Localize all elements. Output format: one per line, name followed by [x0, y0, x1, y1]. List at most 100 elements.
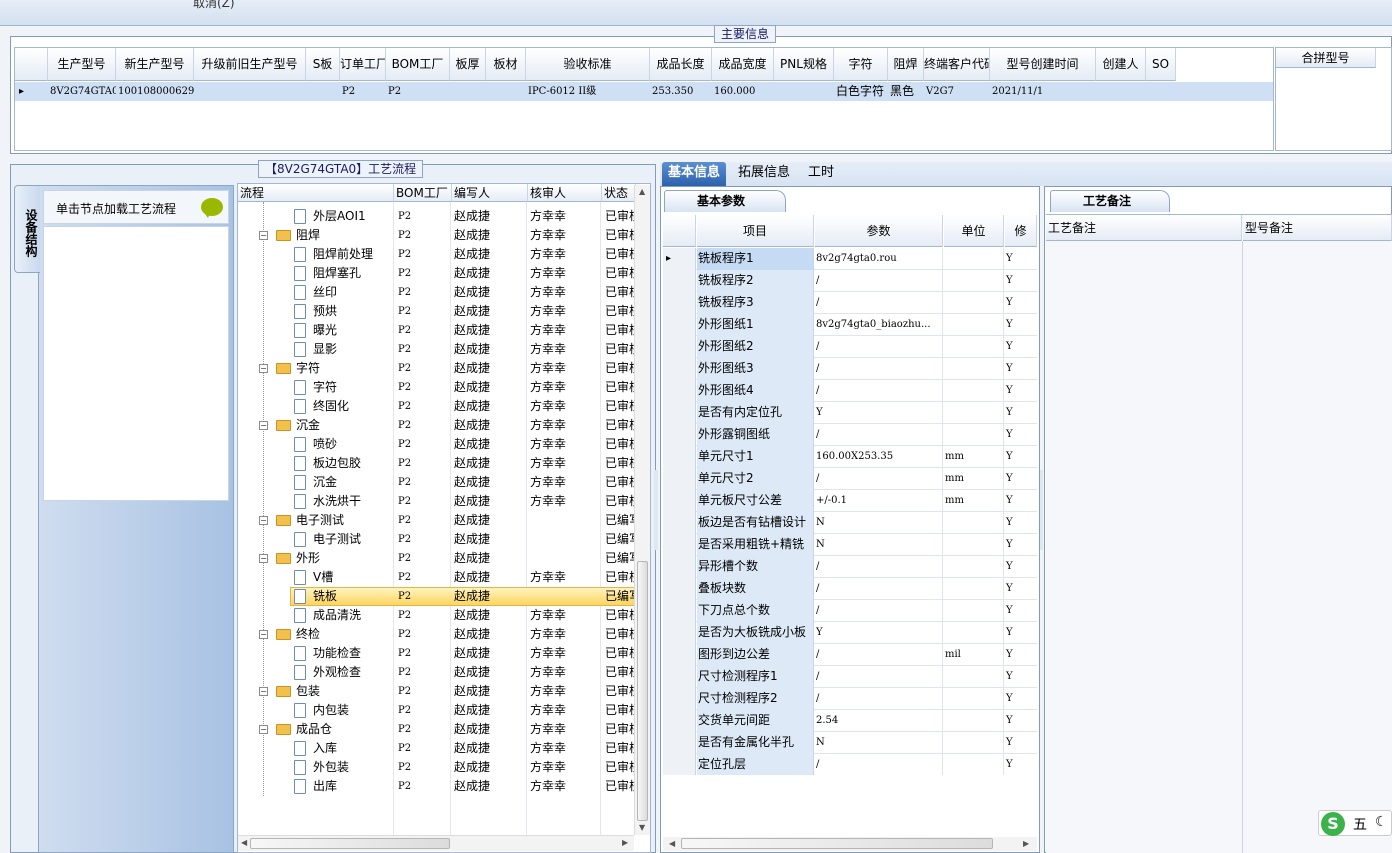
param-value-cell[interactable]: 160.00X253.35 [815, 446, 943, 468]
main-col-header[interactable]: 验收标准 [526, 48, 650, 81]
collapse-icon[interactable]: − [259, 231, 268, 240]
params-hscroll[interactable]: ◀ ▶ [663, 837, 1037, 851]
row-indicator[interactable] [663, 380, 696, 402]
param-row[interactable]: 铣板程序2/ Y [663, 270, 1037, 292]
main-col-header[interactable]: PNL规格 [774, 48, 834, 81]
row-indicator[interactable]: ▸ [663, 248, 696, 270]
collapse-icon[interactable]: − [259, 364, 268, 373]
tree-step-row[interactable]: 字符 P2 赵成捷 方幸幸 已审核 [238, 378, 637, 397]
tree-folder-row[interactable]: − 阻焊 P2 赵成捷 方幸幸 已审核 [238, 226, 637, 245]
main-cell[interactable] [774, 82, 834, 101]
param-value-cell[interactable]: / [815, 380, 943, 402]
main-cell[interactable]: 2021/11/1 [990, 82, 1096, 101]
param-value-cell[interactable]: N [815, 534, 943, 556]
param-row[interactable]: 外形图纸3/ Y [663, 358, 1037, 380]
param-value-cell[interactable]: / [815, 578, 943, 600]
tree-step-row[interactable]: 阻焊塞孔 P2 赵成捷 方幸幸 已审核 [238, 264, 637, 283]
tree-step-row[interactable]: 曝光 P2 赵成捷 方幸幸 已审核 [238, 321, 637, 340]
main-cell[interactable] [486, 82, 526, 101]
tree-step-row[interactable]: 丝印 P2 赵成捷 方幸幸 已审核 [238, 283, 637, 302]
main-cell[interactable] [1096, 82, 1146, 101]
main-cell[interactable]: IPC-6012 II级 [526, 82, 650, 101]
main-col-header[interactable]: 成品宽度 [712, 48, 774, 81]
param-value-cell[interactable]: / [815, 270, 943, 292]
param-row[interactable]: 外形图纸2/ Y [663, 336, 1037, 358]
main-cell[interactable]: 160.000 [712, 82, 774, 101]
param-value-cell[interactable]: / [815, 666, 943, 688]
param-row[interactable]: 交货单元间距 2.54 Y [663, 710, 1037, 732]
param-row[interactable]: 叠板块数 / Y [663, 578, 1037, 600]
tree-folder-row[interactable]: − 终检 P2 赵成捷 方幸幸 已审核 [238, 625, 637, 644]
param-row[interactable]: 图形到边公差 / mil Y [663, 644, 1037, 666]
tree-col-header[interactable]: 状态 [602, 184, 636, 202]
main-cell[interactable]: 白色字符 [834, 82, 888, 101]
tree-step-row[interactable]: 沉金 P2 赵成捷 方幸幸 已审核 [238, 473, 637, 492]
param-row[interactable]: 是否有金属化半孔 N Y [663, 732, 1037, 754]
param-value-cell[interactable]: / [815, 358, 943, 380]
scroll-right-icon[interactable]: ▶ [622, 838, 628, 847]
param-row[interactable]: 尺寸检测程序2/ Y [663, 688, 1037, 710]
row-indicator[interactable] [663, 556, 696, 578]
tree-col-header[interactable]: 编写人 [452, 184, 528, 202]
main-col-header[interactable]: 升级前旧生产型号 [194, 48, 306, 81]
equipment-list[interactable] [43, 226, 229, 501]
row-indicator[interactable] [663, 666, 696, 688]
row-indicator[interactable] [663, 754, 696, 775]
tree-step-row[interactable]: 出库 P2 赵成捷 方幸幸 已审核 [238, 777, 637, 796]
tree-folder-row[interactable]: − 外形 P2 赵成捷 已编写 [238, 549, 637, 568]
main-col-header[interactable]: 型号创建时间 [990, 48, 1096, 81]
collapse-icon[interactable]: − [259, 516, 268, 525]
main-cell[interactable]: 8V2G74GTA0 [48, 82, 116, 101]
collapse-icon[interactable]: − [259, 725, 268, 734]
param-value-cell[interactable]: Y [815, 402, 943, 424]
param-value-cell[interactable]: +/-0.1 [815, 490, 943, 512]
cancel-button[interactable]: 取消(Z) [193, 0, 235, 11]
param-value-cell[interactable]: 8v2g74gta0_biaozhu... [815, 314, 943, 336]
param-value-cell[interactable]: / [815, 754, 943, 775]
param-value-cell[interactable]: / [815, 600, 943, 622]
param-col-header[interactable]: 单位 [944, 215, 1004, 247]
scroll-up-icon[interactable]: ▲ [639, 187, 645, 196]
main-cell[interactable] [194, 82, 306, 101]
tree-folder-row[interactable]: − 包装 P2 赵成捷 方幸幸 已审核 [238, 682, 637, 701]
row-indicator[interactable] [663, 292, 696, 314]
remarks-grid[interactable]: 工艺备注 型号备注 [1046, 214, 1392, 853]
main-col-header[interactable]: BOM工厂 [386, 48, 450, 81]
tab-work-hours[interactable]: 工时 [802, 162, 840, 186]
tree-step-row[interactable]: 外层AOI1 P2 赵成捷 方幸幸 已审核 [238, 207, 637, 226]
param-row[interactable]: 是否为大板铣成小板 Y Y [663, 622, 1037, 644]
param-col-header[interactable]: 参数 [815, 215, 943, 247]
row-indicator[interactable] [663, 600, 696, 622]
param-row[interactable]: 外形图纸4/ Y [663, 380, 1037, 402]
main-cell[interactable]: V2G7 [924, 82, 990, 101]
param-row[interactable]: 异形槽个数 / Y [663, 556, 1037, 578]
param-value-cell[interactable]: / [815, 468, 943, 490]
splitter-handle[interactable] [654, 470, 658, 550]
scroll-down-icon[interactable]: ▼ [639, 823, 645, 832]
scroll-thumb[interactable] [637, 561, 648, 821]
tree-step-row[interactable]: V槽 P2 赵成捷 方幸幸 已审核 [238, 568, 637, 587]
tree-step-row[interactable]: 成品清洗 P2 赵成捷 方幸幸 已审核 [238, 606, 637, 625]
row-indicator[interactable] [663, 270, 696, 292]
main-col-header[interactable]: 阻焊 [888, 48, 924, 81]
main-col-header[interactable]: 新生产型号 [116, 48, 194, 81]
tree-step-row[interactable]: 外观检查 P2 赵成捷 方幸幸 已审核 [238, 663, 637, 682]
param-row[interactable]: 定位孔层 / Y [663, 754, 1037, 775]
param-value-cell[interactable]: 8v2g74gta0.rou [815, 248, 943, 270]
row-indicator[interactable] [663, 534, 696, 556]
param-col-header[interactable]: 项目 [697, 215, 814, 247]
tree-col-header[interactable]: 流程 [238, 184, 394, 202]
row-indicator[interactable] [663, 622, 696, 644]
scroll-thumb[interactable] [681, 838, 993, 849]
main-cell[interactable]: P2 [386, 82, 450, 101]
main-col-header[interactable]: S板 [306, 48, 340, 81]
basic-params-title[interactable]: 基本参数 [664, 190, 786, 212]
tree-col-header[interactable]: BOM工厂 [394, 184, 452, 202]
row-indicator[interactable] [663, 314, 696, 336]
scroll-left-icon[interactable]: ◀ [241, 838, 247, 847]
process-tree-vscroll[interactable]: ▲ ▼ [634, 185, 650, 835]
param-row[interactable]: 板边是否有钻槽设计 N Y [663, 512, 1037, 534]
tree-step-row[interactable]: 铣板 P2 赵成捷 已编写 [238, 587, 637, 606]
param-row[interactable]: 外形露铜图纸 / Y [663, 424, 1037, 446]
scroll-left-icon[interactable]: ◀ [669, 839, 675, 848]
